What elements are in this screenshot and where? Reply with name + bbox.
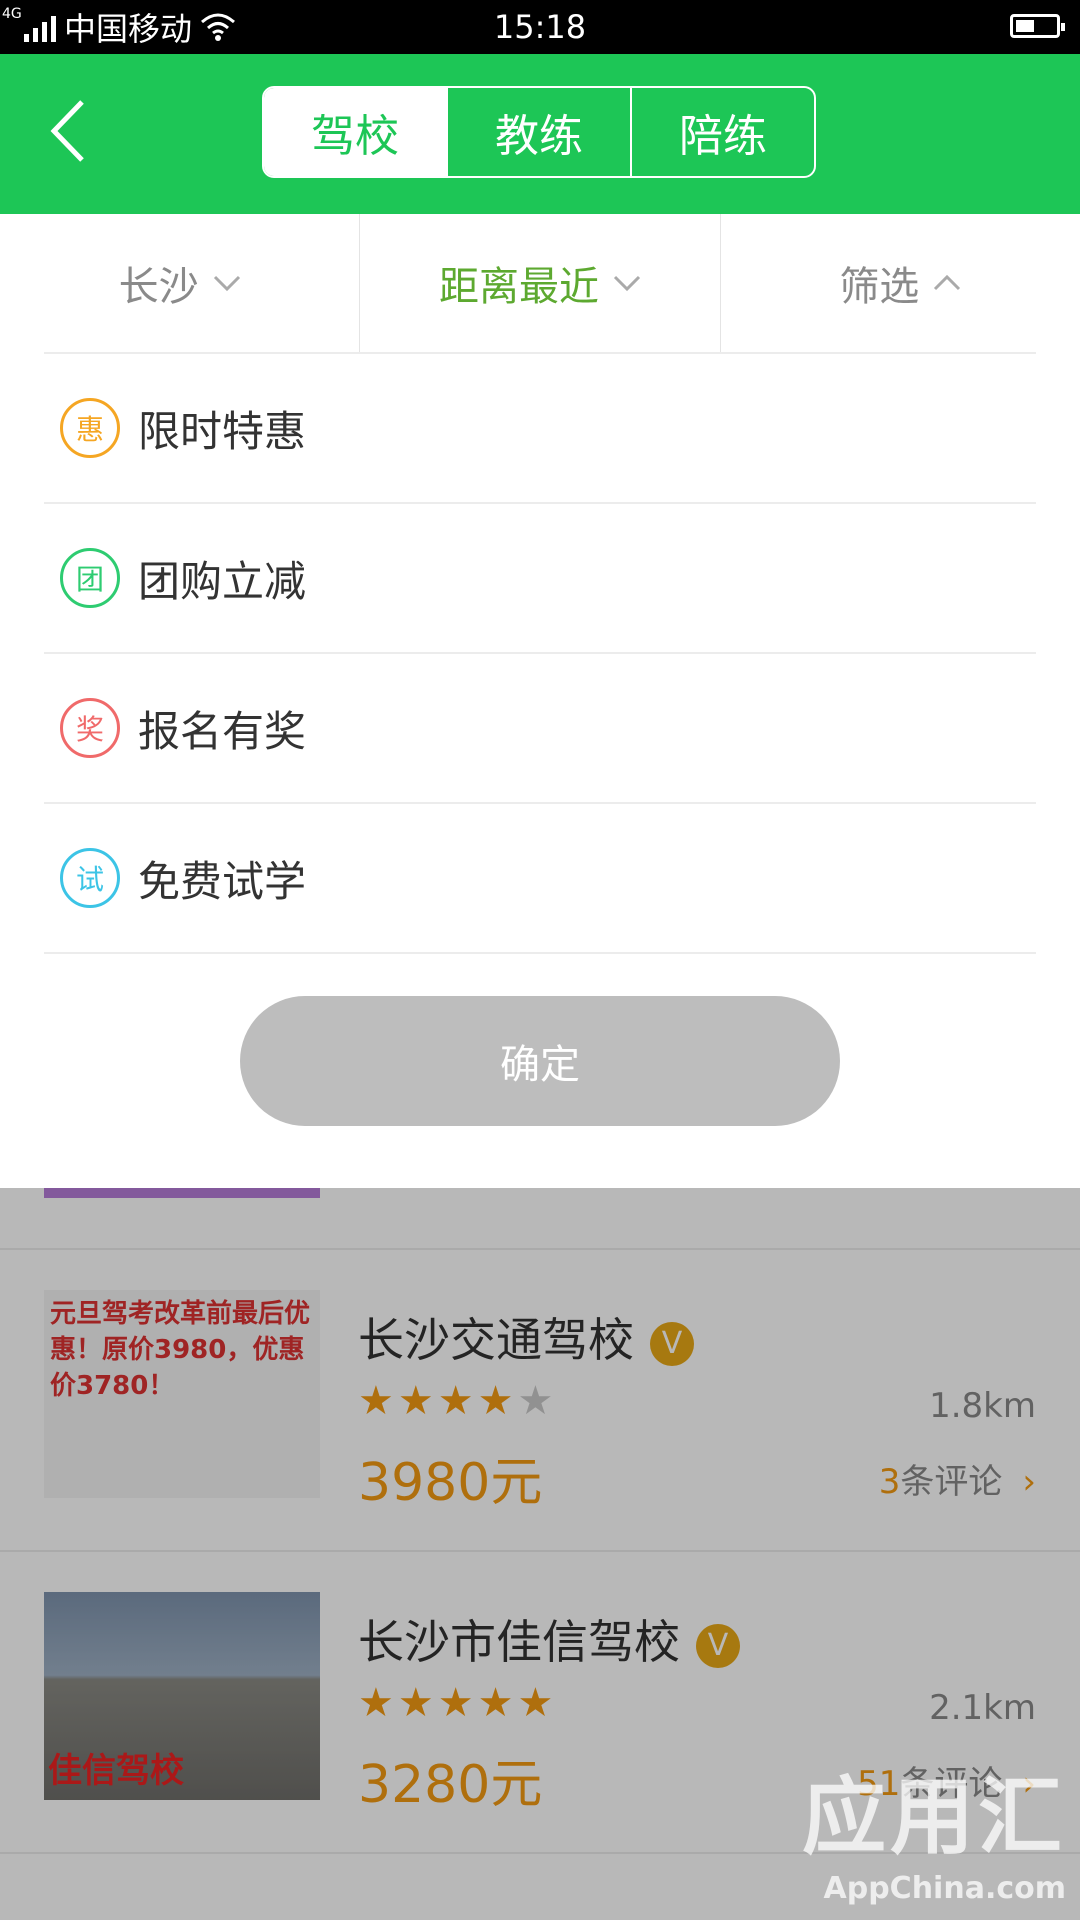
back-arrow-icon[interactable] — [46, 96, 96, 166]
chevron-down-icon — [213, 275, 240, 292]
status-bar: 4G 中国移动 15:18 — [0, 0, 1080, 54]
city-filter[interactable]: 长沙 — [0, 214, 361, 352]
filter-bar: 长沙 距离最近 筛选 — [0, 214, 1080, 352]
reward-icon: 奖 — [60, 698, 120, 758]
tab-practice[interactable]: 陪练 — [630, 88, 814, 176]
watermark-subtitle: AppChina.com — [823, 1871, 1066, 1906]
watermark-title: 应用汇 — [801, 1768, 1066, 1866]
group-icon: 团 — [60, 548, 120, 608]
sort-filter[interactable]: 距离最近 — [360, 214, 721, 352]
option-group-buy[interactable]: 团 团购立减 — [44, 504, 1036, 654]
top-nav-bar: 驾校 教练 陪练 — [0, 54, 1080, 214]
option-label: 报名有奖 — [138, 706, 307, 756]
tab-coach[interactable]: 教练 — [446, 88, 630, 176]
option-limited-time-offer[interactable]: 惠 限时特惠 — [44, 354, 1036, 504]
option-label: 限时特惠 — [138, 406, 307, 456]
option-label: 团购立减 — [138, 556, 307, 606]
option-free-trial[interactable]: 试 免费试学 — [44, 804, 1036, 954]
more-filter-label: 筛选 — [839, 264, 920, 310]
city-filter-label: 长沙 — [118, 264, 199, 310]
chevron-down-icon — [613, 275, 641, 292]
battery-icon — [1010, 14, 1065, 38]
confirm-button[interactable]: 确定 — [240, 996, 840, 1126]
option-signup-reward[interactable]: 奖 报名有奖 — [44, 654, 1036, 804]
watermark: 应用汇 AppChina.com — [802, 1750, 1066, 1906]
clock: 15:18 — [493, 8, 587, 46]
tab-driving-school[interactable]: 驾校 — [264, 88, 446, 176]
sort-filter-label: 距离最近 — [438, 264, 599, 310]
more-filter[interactable]: 筛选 — [721, 214, 1080, 352]
category-tab-group: 驾校 教练 陪练 — [262, 86, 816, 178]
discount-icon: 惠 — [60, 398, 120, 458]
chevron-up-icon — [934, 274, 961, 291]
trial-icon: 试 — [60, 848, 120, 908]
option-label: 免费试学 — [138, 856, 307, 906]
